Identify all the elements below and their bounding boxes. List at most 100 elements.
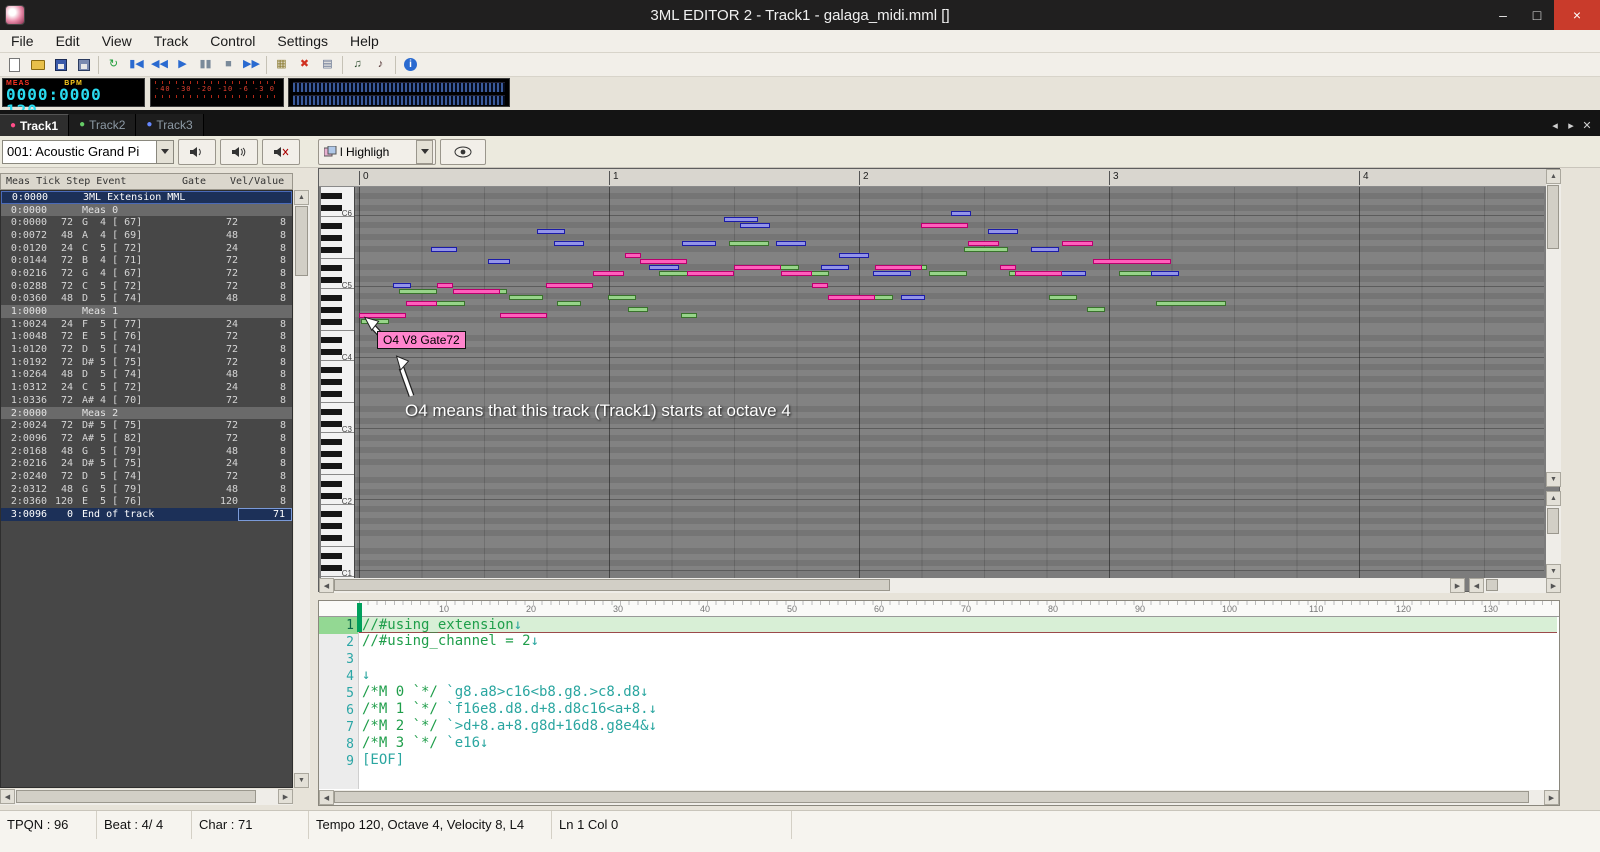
note-track1[interactable] [640,259,687,264]
code-line[interactable]: /*M 2 `*/ `>d+8.a+8.g8d+16d8.g8e4&↓ [359,718,1557,735]
view-visibility-button[interactable] [440,138,486,165]
note-track3[interactable] [537,229,565,234]
note-track1[interactable] [921,223,968,228]
skip-start-button[interactable]: ▮◀ [125,54,148,76]
scroll-thumb[interactable] [334,579,890,591]
scroll-up-icon[interactable] [1546,491,1561,506]
scroll-thumb[interactable] [1486,579,1498,591]
scroll-left-icon[interactable] [319,790,334,805]
note-track2[interactable] [1087,307,1105,312]
note-track1[interactable] [875,265,922,270]
event-row[interactable]: 0:0360 48 D 5 [ 74] 48 8 [1,293,292,306]
scroll-down-icon[interactable] [294,773,309,788]
menu-item-help[interactable]: Help [339,31,390,51]
event-list-hscrollbar[interactable] [0,789,293,805]
scroll-up-icon[interactable] [294,190,309,205]
highlight-mode-select[interactable]: l Highligh [318,138,436,165]
note-track1[interactable] [734,265,781,270]
note-track1[interactable] [781,271,812,276]
code-line[interactable]: /*M 3 `*/ `e16↓ [359,735,1557,752]
audition-button[interactable] [178,138,216,165]
event-row[interactable]: 2:0360 120 E 5 [ 76] 120 8 [1,496,292,509]
code-line[interactable]: /*M 0 `*/ `g8.a8>c16<b8.g8.>c8.d8↓ [359,684,1557,701]
event-row[interactable]: 0:0144 72 B 4 [ 71] 72 8 [1,254,292,267]
note-track3[interactable] [951,211,971,216]
note-track2[interactable] [1156,301,1226,306]
note-track1[interactable] [625,253,641,258]
event-list-vscrollbar[interactable] [294,190,310,788]
scroll-up-icon[interactable] [1546,169,1561,184]
remove-note-button[interactable]: ♪ [369,54,392,76]
scroll-right-icon[interactable] [1546,578,1561,593]
event-row[interactable]: 2:0096 72 A# 5 [ 82] 72 8 [1,432,292,445]
event-row[interactable]: 0:0000 3ML Extension MML [1,191,292,204]
note-track2[interactable] [509,295,543,300]
note-track2[interactable] [681,313,697,318]
piano-key[interactable]: C1 [321,570,354,578]
note-track1[interactable] [1000,265,1016,270]
instrument-select[interactable]: 001: Acoustic Grand Pi [2,139,174,164]
event-row[interactable]: 0:0000 72 G 4 [ 67] 72 8 [1,216,292,229]
event-row[interactable]: 2:0312 48 G 5 [ 79] 48 8 [1,483,292,496]
menu-item-view[interactable]: View [91,31,143,51]
note-track2[interactable] [628,307,648,312]
event-row[interactable]: 0:0216 72 G 4 [ 67] 72 8 [1,267,292,280]
save-as-button[interactable] [72,54,95,76]
instrument-dropdown-icon[interactable] [156,140,173,163]
note-track3[interactable] [393,283,411,288]
note-track3[interactable] [776,241,806,246]
tab-scroll-right-icon[interactable]: ▸ [1564,119,1578,132]
scroll-thumb[interactable] [1547,185,1559,249]
event-row[interactable]: 3:0096 0 End of track 71 [1,508,292,522]
event-row[interactable]: 1:0336 72 A# 4 [ 70] 72 8 [1,394,292,407]
note-track3[interactable] [554,241,584,246]
tab-track1[interactable]: ● Track1 [0,114,70,136]
note-track1[interactable] [1062,241,1093,246]
scroll-thumb[interactable] [334,791,1529,803]
event-row[interactable]: 1:0312 24 C 5 [ 72] 24 8 [1,381,292,394]
editor-lines[interactable]: //#using_extension↓//#using_channel = 2↓… [359,617,1557,789]
code-line[interactable]: ↓ [359,667,1557,684]
event-row[interactable]: 2:0024 72 D# 5 [ 75] 72 8 [1,419,292,432]
code-line[interactable]: //#using_channel = 2↓ [359,633,1557,650]
note-track1[interactable] [453,289,500,294]
event-row[interactable]: 1:0264 48 D 5 [ 74] 48 8 [1,369,292,382]
note-track3[interactable] [873,271,911,276]
event-row[interactable]: 1:0048 72 E 5 [ 76] 72 8 [1,331,292,344]
scroll-thumb[interactable] [16,790,256,803]
fast-forward-button[interactable]: ▶▶ [240,54,263,76]
event-row[interactable]: 2:0216 24 D# 5 [ 75] 24 8 [1,457,292,470]
note-track3[interactable] [1031,247,1059,252]
scroll-down-icon[interactable] [1546,472,1561,487]
pause-button[interactable]: ▮▮ [194,54,217,76]
scroll-left-icon[interactable] [1469,578,1484,593]
rewind-button[interactable]: ◀◀ [148,54,171,76]
note-track3[interactable] [1151,271,1179,276]
event-row[interactable]: 1:0192 72 D# 5 [ 75] 72 8 [1,356,292,369]
event-row[interactable]: 2:0168 48 G 5 [ 79] 48 8 [1,445,292,458]
export-button[interactable]: ▦ [270,54,293,76]
note-track3[interactable] [488,259,510,264]
new-file-button[interactable] [3,54,26,76]
note-track1[interactable] [828,295,875,300]
view-list-button[interactable]: ▤ [316,54,339,76]
note-track1[interactable] [437,283,453,288]
menu-item-edit[interactable]: Edit [45,31,91,51]
tab-track3[interactable]: ● Track3 [136,114,204,136]
note-track3[interactable] [1061,271,1086,276]
scroll-left-icon[interactable] [0,789,15,804]
note-track1[interactable] [593,271,624,276]
open-file-button[interactable] [26,54,49,76]
roll-mini-hscrollbar[interactable] [1469,578,1561,593]
scroll-left-icon[interactable] [319,578,334,593]
note-track1[interactable] [1093,259,1171,264]
event-row[interactable]: 1:0120 72 D 5 [ 74] 72 8 [1,343,292,356]
note-track2[interactable] [929,271,967,276]
note-track2[interactable] [557,301,581,306]
note-track2[interactable] [399,289,437,294]
note-track2[interactable] [1049,295,1077,300]
note-track3[interactable] [821,265,849,270]
code-line[interactable] [359,650,1557,667]
scroll-thumb[interactable] [1547,508,1559,534]
note-track3[interactable] [839,253,869,258]
